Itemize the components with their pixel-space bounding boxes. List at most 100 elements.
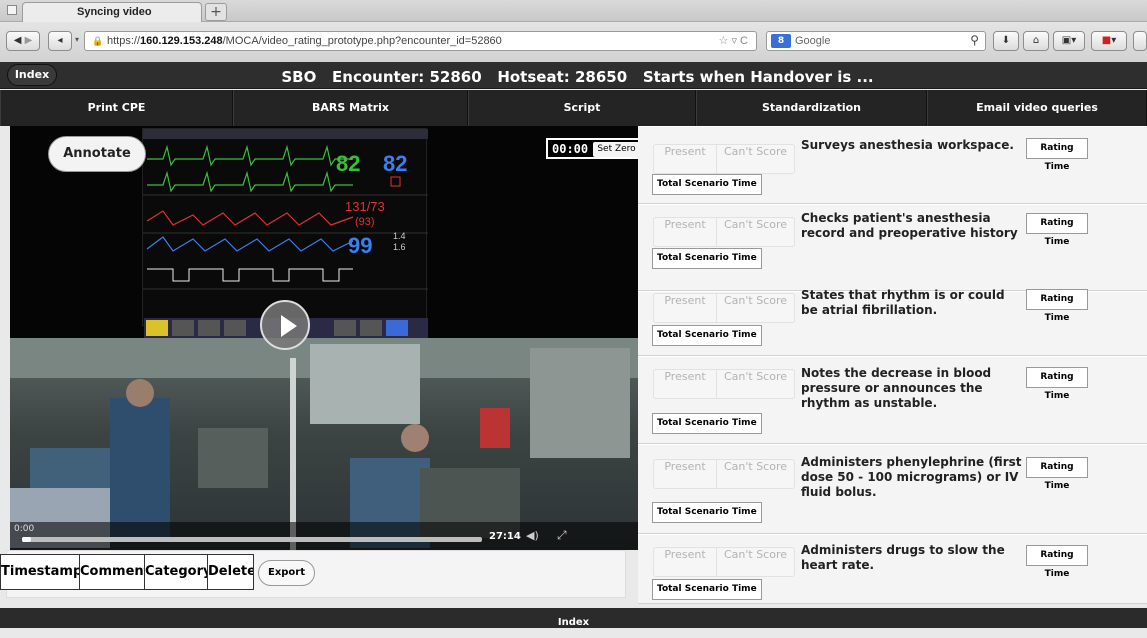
fullscreen-icon[interactable]: ⤢	[557, 528, 567, 543]
cant-score-option[interactable]: Can't Score	[717, 218, 794, 246]
export-button[interactable]: Export	[258, 560, 315, 586]
duration: 27:14	[489, 531, 521, 542]
behavior-description: Administers phenylephrine (first dose 50…	[801, 455, 1022, 499]
present-option[interactable]: Present	[654, 294, 717, 322]
total-scenario-time-button[interactable]: Total Scenario Time	[652, 248, 762, 269]
rating-row: Present Can't Score Notes the decrease i…	[638, 356, 1147, 444]
url-bar[interactable]: 🔒 https://160.129.153.248/MOCA/video_rat…	[84, 31, 757, 51]
rating-time-button[interactable]: Rating Time	[1026, 457, 1088, 491]
bookmarks-button[interactable]: ▣▾	[1053, 31, 1085, 51]
cant-score-option[interactable]: Can't Score	[717, 145, 794, 173]
score-toggle[interactable]: Present Can't Score	[653, 144, 795, 174]
rating-time-button[interactable]: Rating Time	[1026, 213, 1088, 247]
video-controls	[10, 522, 638, 550]
behavior-description: Checks patient's anesthesia record and p…	[801, 211, 1018, 240]
lock-icon: 🔒	[92, 36, 104, 46]
speaker-button[interactable]: ◂	[48, 31, 72, 51]
mac-readout-2: 1.6	[393, 242, 406, 252]
column-category: Category	[144, 554, 208, 590]
search-icon[interactable]: ⚲	[970, 33, 979, 47]
menu-standardization[interactable]: Standardization	[696, 90, 927, 126]
forward-icon: ▶	[24, 35, 33, 46]
rating-time-button[interactable]: Rating Time	[1026, 545, 1088, 579]
menu-button[interactable]	[1133, 31, 1147, 51]
present-option[interactable]: Present	[654, 460, 717, 488]
cant-score-option[interactable]: Can't Score	[717, 548, 794, 576]
score-toggle[interactable]: Present Can't Score	[653, 217, 795, 247]
total-scenario-time-button[interactable]: Total Scenario Time	[652, 413, 762, 434]
reload-icon[interactable]: ▿ C	[731, 35, 748, 47]
volume-icon[interactable]: ◀)	[526, 529, 539, 542]
addon-button[interactable]: ■▾	[1091, 31, 1127, 51]
set-zero-button[interactable]: Set Zero	[593, 142, 640, 157]
search-placeholder: Google	[795, 35, 831, 47]
addon-icon: ■	[1101, 35, 1112, 46]
present-option[interactable]: Present	[654, 548, 717, 576]
star-icon[interactable]: ☆	[719, 35, 729, 47]
app-header: Index SBO Encounter: 52860 Hotseat: 2865…	[0, 62, 1147, 89]
window-icon	[7, 5, 17, 15]
total-scenario-time-button[interactable]: Total Scenario Time	[652, 579, 762, 600]
menu-email-video-queries[interactable]: Email video queries	[927, 90, 1147, 126]
back-icon: ◀	[13, 35, 22, 46]
speaker-icon: ◂	[57, 35, 63, 46]
scenario-timer: 00:00 Set Zero	[546, 138, 644, 159]
download-icon: ⬇	[1001, 35, 1011, 46]
present-option[interactable]: Present	[654, 370, 717, 398]
seek-bar[interactable]	[22, 537, 482, 542]
present-option[interactable]: Present	[654, 218, 717, 246]
menu-script[interactable]: Script	[468, 90, 696, 126]
url-actions: ☆ ▿ C	[719, 34, 748, 47]
spo2-readout: 99	[348, 233, 372, 258]
score-toggle[interactable]: Present Can't Score	[653, 547, 795, 577]
menu-print-cpe[interactable]: Print CPE	[0, 90, 233, 126]
monitor-screen: 82 82 131/73 (93) 99 1.4 1.6	[142, 128, 428, 326]
rating-panel: Present Can't Score Surveys anesthesia w…	[638, 126, 1147, 604]
behavior-description: Administers drugs to slow the heart rate…	[801, 543, 1005, 572]
play-button[interactable]	[260, 300, 310, 350]
column-delete: Delete	[207, 554, 254, 590]
back-forward-button[interactable]: ◀ ▶	[6, 31, 40, 51]
total-scenario-time-button[interactable]: Total Scenario Time	[652, 502, 762, 523]
g-badge-icon[interactable]: 8	[771, 34, 791, 48]
home-button[interactable]: ⌂	[1023, 31, 1049, 51]
bookmarks-icon: ▣▾	[1061, 35, 1077, 46]
seek-bar-fill	[22, 537, 32, 542]
rating-row: Present Can't Score Administers drugs to…	[638, 534, 1147, 604]
annotation-table: Timestamp Comment Category Delete Export	[0, 550, 626, 598]
browser-tab[interactable]: Syncing video	[22, 2, 202, 22]
timer-value: 00:00	[552, 142, 589, 156]
behavior-description: States that rhythm is or could be atrial…	[801, 288, 1005, 317]
score-toggle[interactable]: Present Can't Score	[653, 369, 795, 399]
tab-title: Syncing video	[77, 6, 152, 18]
column-timestamp: Timestamp	[0, 554, 80, 590]
search-input[interactable]: 8 Google ⚲	[766, 31, 986, 51]
score-toggle[interactable]: Present Can't Score	[653, 293, 795, 323]
rating-row: Present Can't Score Administers phenylep…	[638, 444, 1147, 534]
total-scenario-time-button[interactable]: Total Scenario Time	[652, 325, 762, 346]
home-icon: ⌂	[1032, 35, 1040, 46]
cant-score-option[interactable]: Can't Score	[717, 294, 794, 322]
menu-bars-matrix[interactable]: BARS Matrix	[233, 90, 468, 126]
score-toggle[interactable]: Present Can't Score	[653, 459, 795, 489]
new-tab-button[interactable]: +	[205, 3, 227, 21]
annotate-button[interactable]: Annotate	[48, 136, 146, 172]
rating-row: Present Can't Score Surveys anesthesia w…	[638, 126, 1147, 204]
total-scenario-time-button[interactable]: Total Scenario Time	[652, 174, 762, 195]
rating-time-button[interactable]: Rating Time	[1026, 289, 1088, 323]
download-button[interactable]: ⬇	[993, 31, 1019, 51]
cant-score-option[interactable]: Can't Score	[717, 460, 794, 488]
footer-index[interactable]: Index	[0, 608, 1147, 628]
page-title: SBO Encounter: 52860 Hotseat: 28650 Star…	[281, 68, 874, 86]
pulse-readout: 82	[383, 151, 407, 176]
cant-score-option[interactable]: Can't Score	[717, 370, 794, 398]
menu-bar: Print CPE BARS Matrix Script Standardiza…	[0, 90, 1147, 126]
rating-time-button[interactable]: Rating Time	[1026, 367, 1088, 401]
present-option[interactable]: Present	[654, 145, 717, 173]
video-player[interactable]: 82 82 131/73 (93) 99 1.4 1.6 Annotate 0:…	[10, 126, 638, 550]
dropdown-icon: ▾	[75, 35, 80, 44]
behavior-description: Surveys anesthesia workspace.	[801, 138, 1014, 152]
rating-time-button[interactable]: Rating Time	[1026, 138, 1088, 172]
behavior-description: Notes the decrease in blood pressure or …	[801, 366, 992, 410]
rating-row: Present Can't Score Checks patient's ane…	[638, 204, 1147, 291]
